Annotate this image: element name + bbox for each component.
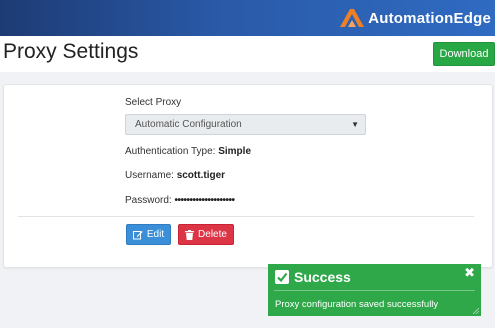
toast-divider xyxy=(274,290,475,291)
brand[interactable]: AutomationEdge xyxy=(338,6,491,30)
toast-message: Proxy configuration saved successfully xyxy=(275,299,439,310)
checkbox-check-icon xyxy=(275,270,289,284)
username-row: Username: scott.tiger xyxy=(125,170,225,181)
automationedge-logo-icon xyxy=(340,9,365,27)
toast-title: Success xyxy=(294,269,351,285)
password-row: Password: •••••••••••••••••••• xyxy=(125,195,235,206)
password-label: Password: xyxy=(125,195,172,206)
success-toast: Success ✖ Proxy configuration saved succ… xyxy=(268,264,481,316)
delete-button[interactable]: Delete xyxy=(178,224,234,245)
card-divider xyxy=(18,216,474,217)
select-proxy-dropdown[interactable]: Automatic Configuration ▼ xyxy=(125,114,366,135)
select-proxy-value: Automatic Configuration xyxy=(135,119,242,130)
download-button[interactable]: Download xyxy=(433,42,495,66)
edit-label: Edit xyxy=(146,229,165,240)
page-title: Proxy Settings xyxy=(3,40,139,63)
delete-label: Delete xyxy=(198,229,227,240)
chevron-down-icon: ▼ xyxy=(351,120,359,129)
proxy-settings-card xyxy=(3,84,493,268)
auth-type-row: Authentication Type: Simple xyxy=(125,146,251,157)
auth-type-label: Authentication Type: xyxy=(125,146,216,157)
resize-grip-icon[interactable] xyxy=(473,308,479,314)
trash-icon xyxy=(185,229,195,240)
top-navbar: AutomationEdge xyxy=(0,0,495,36)
auth-type-value: Simple xyxy=(218,146,252,157)
brand-name: AutomationEdge xyxy=(368,9,491,27)
close-icon[interactable]: ✖ xyxy=(464,266,475,280)
select-proxy-label: Select Proxy xyxy=(125,97,182,108)
edit-button[interactable]: Edit xyxy=(126,224,171,245)
edit-icon xyxy=(132,230,143,239)
username-label: Username: xyxy=(125,170,174,181)
password-value: •••••••••••••••••••• xyxy=(174,195,235,206)
username-value: scott.tiger xyxy=(176,170,226,181)
